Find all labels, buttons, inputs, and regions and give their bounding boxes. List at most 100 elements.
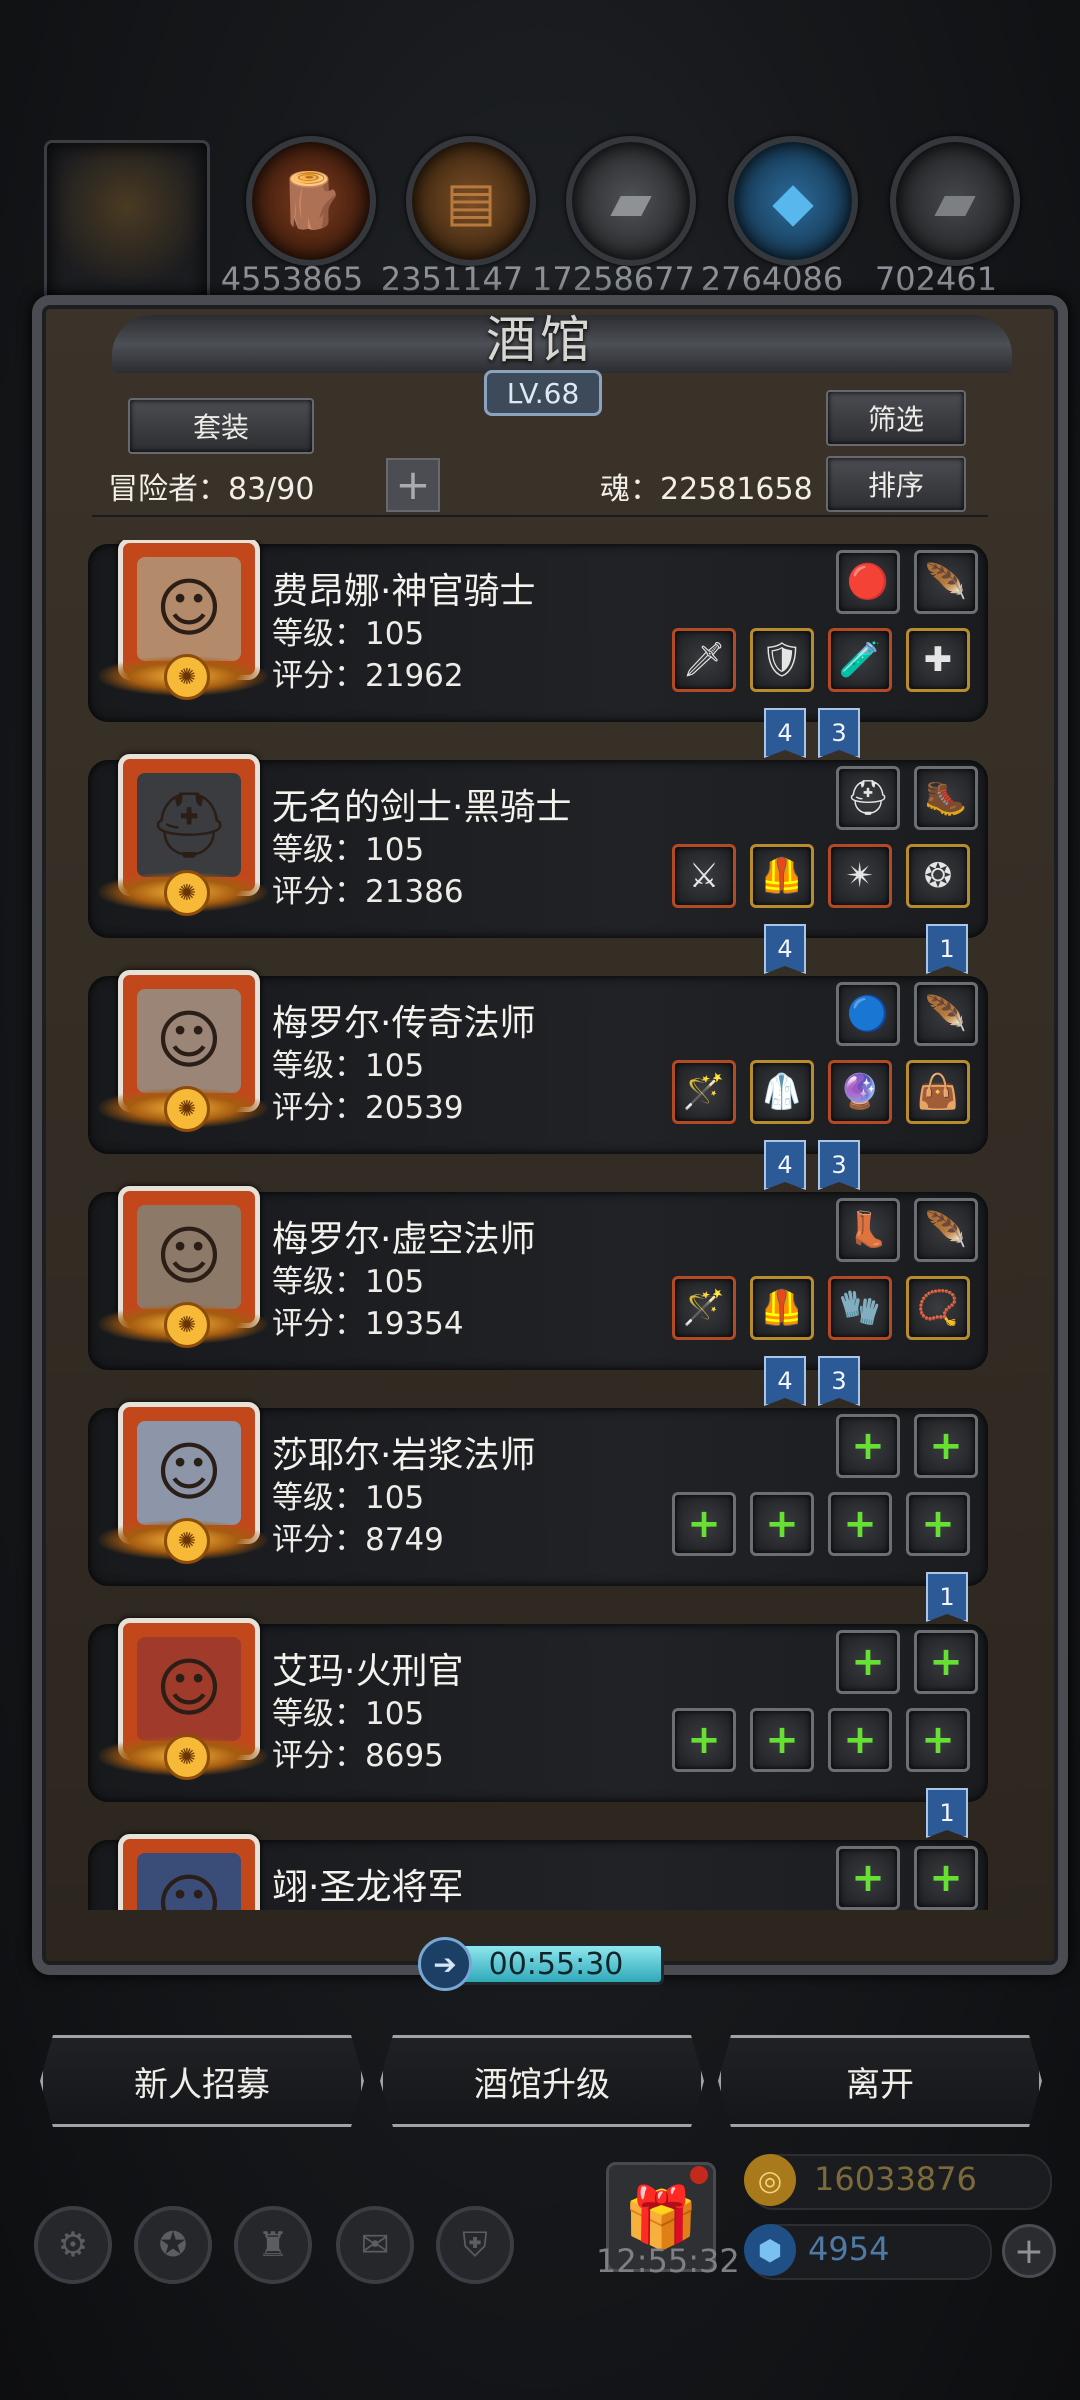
empty-equip-slot[interactable]: + xyxy=(836,1846,900,1910)
hero-level: 等级：105 xyxy=(272,616,425,652)
shield-icon[interactable]: ⛨ xyxy=(436,2206,514,2284)
hero-level: 等级：105 xyxy=(272,1048,425,1084)
set-bonus-tag: 1 xyxy=(926,924,968,974)
hero-name: 艾玛·火刑官 xyxy=(272,1651,464,1692)
set-bonus-tag: 1 xyxy=(926,1572,968,1622)
hero-rank-emblem: ✺ xyxy=(98,654,268,700)
sun-icon: ✺ xyxy=(164,1518,210,1564)
set-bonus-tag: 1 xyxy=(926,1788,968,1838)
hero-name: 费昂娜·神官骑士 xyxy=(272,571,536,612)
empty-equip-slot[interactable]: + xyxy=(914,1846,978,1910)
soul-count: 魂：22581658 xyxy=(600,472,813,507)
set-bonus-tag: 4 xyxy=(764,708,806,758)
equip-slot[interactable]: 🦺 xyxy=(750,1276,814,1340)
sun-icon: ✺ xyxy=(164,654,210,700)
crystal-icon[interactable]: ◆ xyxy=(728,136,858,266)
hero-score: 评分：21962 xyxy=(272,658,464,694)
hero-card[interactable]: ☺✺梅罗尔·传奇法师等级：105评分：20539🔵🪶🪶🪄🥼🔮👜 xyxy=(88,970,988,1154)
hero-list[interactable]: ☺✺费昂娜·神官骑士等级：105评分：21962🔴🪶💜🗡🛡🧪✚43⛑✺无名的剑士… xyxy=(88,540,988,1910)
hero-level: 等级：105 xyxy=(272,832,425,868)
sun-icon: ✺ xyxy=(164,1734,210,1780)
empty-equip-slot[interactable]: + xyxy=(906,1492,970,1556)
equip-slot[interactable]: 🗡 xyxy=(672,628,736,692)
hero-name: 莎耶尔·岩浆法师 xyxy=(272,1435,536,1476)
equip-slot[interactable]: 🔴 xyxy=(836,550,900,614)
hero-card[interactable]: ⛑✺无名的剑士·黑骑士等级：105评分：21386⛑🥾🥾⚔🦺✴❂ xyxy=(88,754,988,938)
refresh-timer: 00:55:30 ➔ xyxy=(418,1937,664,1991)
empty-equip-slot[interactable]: + xyxy=(836,1414,900,1478)
equip-slot[interactable]: 🪄 xyxy=(672,1276,736,1340)
wood-icon[interactable]: 🪵 xyxy=(246,136,376,266)
settings-gear-icon[interactable]: ⚙ xyxy=(34,2206,112,2284)
hero-score: 评分：21386 xyxy=(272,874,464,910)
set-bonus-tag: 3 xyxy=(818,1140,860,1190)
hero-portrait-icon: ☺ xyxy=(137,1853,241,1910)
hero-portrait-icon: ☺ xyxy=(137,557,241,661)
equip-slot[interactable]: 🪶 xyxy=(914,550,978,614)
leave-button[interactable]: 离开 xyxy=(718,2035,1042,2127)
crystal-count: 2764086 xyxy=(700,260,844,298)
hero-rank-emblem: ✺ xyxy=(98,1518,268,1564)
hero-card[interactable]: ☺✺费昂娜·神官骑士等级：105评分：21962🔴🪶💜🗡🛡🧪✚ xyxy=(88,540,988,722)
hero-avatar[interactable]: ☺ xyxy=(118,1834,260,1910)
clock: 12:55:32 xyxy=(596,2242,740,2280)
equip-slot[interactable]: 🔮 xyxy=(828,1060,892,1124)
plank-count: 2351147 xyxy=(380,260,524,298)
equip-slot[interactable]: 🥾 xyxy=(914,766,978,830)
hero-name: 梅罗尔·虚空法师 xyxy=(272,1219,536,1260)
gold-coin-icon: ◎ xyxy=(744,2154,796,2206)
empty-equip-slot[interactable]: + xyxy=(828,1492,892,1556)
hero-card[interactable]: ☺✺艾玛·火刑官等级：105评分：8695+++++++ xyxy=(88,1618,988,1802)
equip-slot[interactable]: 🥼 xyxy=(750,1060,814,1124)
equip-slot[interactable]: ✚ xyxy=(906,628,970,692)
hero-card[interactable]: ☺✺莎耶尔·岩浆法师等级：105评分：8749+++++++ xyxy=(88,1402,988,1586)
equip-slot[interactable]: ⛑ xyxy=(836,766,900,830)
mail-icon[interactable]: ✉ xyxy=(336,2206,414,2284)
set-button[interactable]: 套装 xyxy=(128,398,314,454)
set-bonus-tag: 3 xyxy=(818,708,860,758)
hero-card[interactable]: ☺✺翊·圣龙将军+++ xyxy=(88,1834,988,1910)
empty-equip-slot[interactable]: + xyxy=(750,1492,814,1556)
equip-slot[interactable]: 🧤 xyxy=(828,1276,892,1340)
equip-slot[interactable]: 📿 xyxy=(906,1276,970,1340)
sun-icon: ✺ xyxy=(164,870,210,916)
empty-equip-slot[interactable]: + xyxy=(828,1708,892,1772)
add-currency-button[interactable]: + xyxy=(1002,2224,1056,2278)
steel-icon[interactable]: ▰ xyxy=(890,136,1020,266)
star-badge-icon[interactable]: ✪ xyxy=(134,2206,212,2284)
empty-equip-slot[interactable]: + xyxy=(906,1708,970,1772)
hero-rank-emblem: ✺ xyxy=(98,870,268,916)
equip-slot[interactable]: 🛡 xyxy=(750,628,814,692)
equip-slot[interactable]: ⚔ xyxy=(672,844,736,908)
filter-button[interactable]: 筛选 xyxy=(826,390,966,446)
equip-slot[interactable]: 👢 xyxy=(836,1198,900,1262)
equip-slot[interactable]: 🪄 xyxy=(672,1060,736,1124)
castle-icon[interactable]: ♜ xyxy=(234,2206,312,2284)
player-portrait[interactable] xyxy=(44,140,210,306)
upgrade-tavern-button[interactable]: 酒馆升级 xyxy=(380,2035,704,2127)
empty-equip-slot[interactable]: + xyxy=(836,1630,900,1694)
equip-slot[interactable]: 🪶 xyxy=(914,1198,978,1262)
equip-slot[interactable]: 🦺 xyxy=(750,844,814,908)
equip-slot[interactable]: ❂ xyxy=(906,844,970,908)
add-adventurer-slot-button[interactable]: + xyxy=(386,458,440,512)
recruit-button[interactable]: 新人招募 xyxy=(40,2035,364,2127)
empty-equip-slot[interactable]: + xyxy=(914,1414,978,1478)
iron-count: 17258677 xyxy=(532,260,695,298)
gem-icon: ⬢ xyxy=(744,2224,796,2276)
equip-slot[interactable]: 🧪 xyxy=(828,628,892,692)
hero-card[interactable]: ☺✺梅罗尔·虚空法师等级：105评分：19354👢🪶✦🪄🦺🧤📿 xyxy=(88,1186,988,1370)
divider xyxy=(92,515,988,517)
empty-equip-slot[interactable]: + xyxy=(672,1492,736,1556)
sort-button[interactable]: 排序 xyxy=(826,456,966,512)
equip-slot[interactable]: 🔵 xyxy=(836,982,900,1046)
plank-icon[interactable]: ▤ xyxy=(406,136,536,266)
equip-slot[interactable]: ✴ xyxy=(828,844,892,908)
iron-bar-icon[interactable]: ▰ xyxy=(566,136,696,266)
equip-slot[interactable]: 🪶 xyxy=(914,982,978,1046)
equip-slot[interactable]: 👜 xyxy=(906,1060,970,1124)
hero-portrait-icon: ☺ xyxy=(137,1637,241,1741)
empty-equip-slot[interactable]: + xyxy=(750,1708,814,1772)
empty-equip-slot[interactable]: + xyxy=(672,1708,736,1772)
empty-equip-slot[interactable]: + xyxy=(914,1630,978,1694)
